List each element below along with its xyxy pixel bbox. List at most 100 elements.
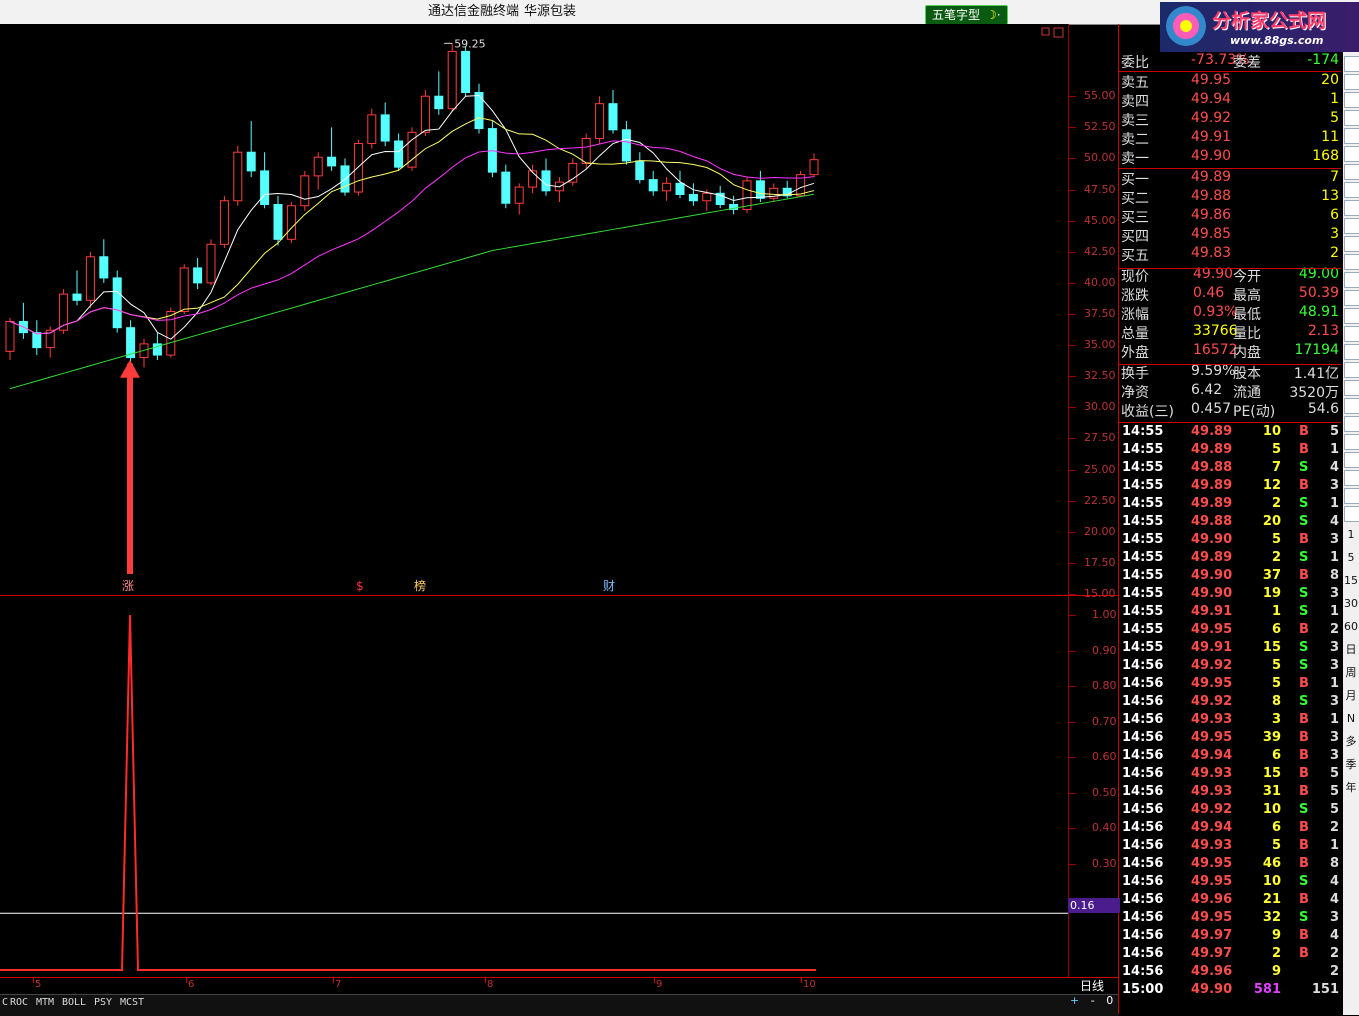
tick-price: 49.95	[1191, 730, 1233, 745]
tick-time: 14:55	[1122, 568, 1164, 583]
toolbar-icon[interactable]	[1344, 416, 1359, 432]
toolbar-icon[interactable]	[1344, 164, 1359, 180]
toolbar-icon[interactable]	[1344, 92, 1359, 108]
period-button[interactable]: 30	[1344, 597, 1358, 611]
tick-time: 14:56	[1122, 964, 1164, 979]
tick-side: B	[1299, 424, 1309, 439]
toolbar-icon[interactable]	[1344, 434, 1359, 450]
period-button[interactable]: 多	[1344, 735, 1358, 749]
tick-price: 49.95	[1191, 676, 1233, 691]
tab-boll[interactable]: BOLL	[62, 997, 86, 1008]
toolbar-icon[interactable]	[1344, 128, 1359, 144]
event-marker[interactable]: 财	[603, 579, 615, 593]
candle	[85, 251, 95, 308]
candle	[447, 43, 457, 112]
toolbar-icon[interactable]	[1344, 110, 1359, 126]
toolbar-icon[interactable]	[1344, 362, 1359, 378]
tick-count: 2	[1329, 622, 1339, 637]
moon-icon: ☽	[986, 8, 997, 22]
period-button[interactable]: 月	[1344, 689, 1358, 703]
toolbar-icon[interactable]	[1344, 254, 1359, 270]
tab-c[interactable]: C	[2, 997, 8, 1008]
tab-mcst[interactable]: MCST	[120, 997, 144, 1008]
input-method-button[interactable]: 五笔字型 ☽·	[925, 5, 1008, 25]
price-tick: 42.50	[1084, 244, 1116, 258]
tick-row: 14:56 49.95 39 B 3	[1119, 730, 1341, 748]
toolbar-icon[interactable]	[1344, 506, 1359, 522]
tick-side: S	[1299, 604, 1309, 619]
logo-url: www.88gs.com	[1230, 34, 1324, 47]
stat-value: 0.93%	[1193, 304, 1238, 320]
toolbar-icon[interactable]	[1344, 452, 1359, 468]
tick-count: 1	[1329, 442, 1339, 457]
ask-label: 卖二	[1121, 132, 1149, 148]
event-marker[interactable]: 榜	[414, 578, 426, 593]
event-marker[interactable]: $	[356, 579, 364, 593]
period-button[interactable]: 年	[1344, 781, 1358, 795]
tick-time: 14:56	[1122, 784, 1164, 799]
tick-row: 14:55 49.90 5 B 3	[1119, 532, 1341, 550]
toolbar-icon[interactable]	[1344, 56, 1359, 72]
period-label[interactable]: 日线	[1080, 977, 1104, 994]
zoom-out-button[interactable]: -	[1091, 994, 1095, 1007]
toolbar-icon[interactable]	[1344, 236, 1359, 252]
indicator-tick: 0.80	[1092, 679, 1117, 692]
toolbar-icon[interactable]	[1344, 488, 1359, 504]
tick-price: 49.91	[1191, 640, 1233, 655]
tick-price: 49.89	[1191, 550, 1233, 565]
tick-time: 14:55	[1122, 514, 1164, 529]
tab-psy[interactable]: PSY	[94, 997, 112, 1008]
tick-volume: 2	[1271, 946, 1281, 961]
indicator-tick: 1.00	[1092, 608, 1117, 621]
toolbar-icon[interactable]	[1344, 182, 1359, 198]
toolbar-icon[interactable]	[1344, 218, 1359, 234]
toolbar-icon[interactable]	[1344, 326, 1359, 342]
period-button[interactable]: 5	[1344, 551, 1358, 565]
price-chart[interactable]: 59.25 涨 $ 榜 财	[0, 24, 1068, 594]
period-button[interactable]: 15	[1344, 574, 1358, 588]
toolbar-icon[interactable]	[1344, 344, 1359, 360]
stat-value: 48.91	[1298, 304, 1339, 320]
chart-area[interactable]: 59.25 涨 $ 榜 财	[0, 24, 1118, 994]
period-button[interactable]: N	[1344, 712, 1358, 726]
toolbar-icon[interactable]	[1344, 272, 1359, 288]
indicator-tick: 0.90	[1092, 643, 1117, 657]
zoom-in-button[interactable]: +	[1070, 994, 1079, 1007]
tick-price: 49.92	[1191, 802, 1233, 817]
toolbar-icon[interactable]	[1344, 380, 1359, 396]
tab-mtm[interactable]: MTM	[36, 997, 54, 1008]
indicator-chart[interactable]	[0, 596, 1068, 978]
tick-side: B	[1299, 748, 1309, 763]
stat-value: 0.46	[1193, 285, 1225, 301]
tab-roc[interactable]: ROC	[10, 997, 28, 1008]
period-button[interactable]: 周	[1344, 666, 1358, 680]
event-marker[interactable]: 涨	[122, 578, 134, 593]
tick-time: 14:56	[1122, 712, 1164, 727]
toolbar-icon[interactable]	[1344, 308, 1359, 324]
toolbar-icon[interactable]	[1344, 200, 1359, 216]
period-button[interactable]: 日	[1344, 643, 1358, 657]
nav-zero[interactable]: 0	[1106, 994, 1113, 1007]
tick-row: 14:55 49.89 10 B 5	[1119, 424, 1341, 442]
toolbar-icon[interactable]	[1344, 146, 1359, 162]
price-tick: 17.50	[1084, 555, 1116, 569]
toolbar-icon[interactable]	[1344, 470, 1359, 486]
tick-side: S	[1299, 460, 1309, 475]
tick-row: 14:56 49.96 21 B 4	[1119, 892, 1341, 910]
toolbar-icon[interactable]	[1344, 398, 1359, 414]
candle	[420, 90, 430, 137]
tick-price: 49.93	[1191, 766, 1233, 781]
x-axis-label: 10	[803, 979, 816, 990]
toolbar-icon[interactable]	[1344, 74, 1359, 90]
period-button[interactable]: 季	[1344, 758, 1358, 772]
logo-name: 分析家公式网	[1212, 10, 1327, 32]
flower-logo-icon	[1166, 6, 1206, 46]
toolbar-icon[interactable]	[1344, 290, 1359, 306]
info-row: 净资 6.42 流通 3520万	[1119, 382, 1341, 401]
info-row: 换手 9.59% 股本 1.41亿	[1119, 363, 1341, 382]
tick-time: 14:56	[1122, 658, 1164, 673]
price-tick-mark	[1068, 562, 1076, 564]
period-button[interactable]: 60	[1344, 620, 1358, 634]
period-button[interactable]: 1	[1344, 528, 1358, 542]
tick-volume: 7	[1271, 460, 1281, 475]
